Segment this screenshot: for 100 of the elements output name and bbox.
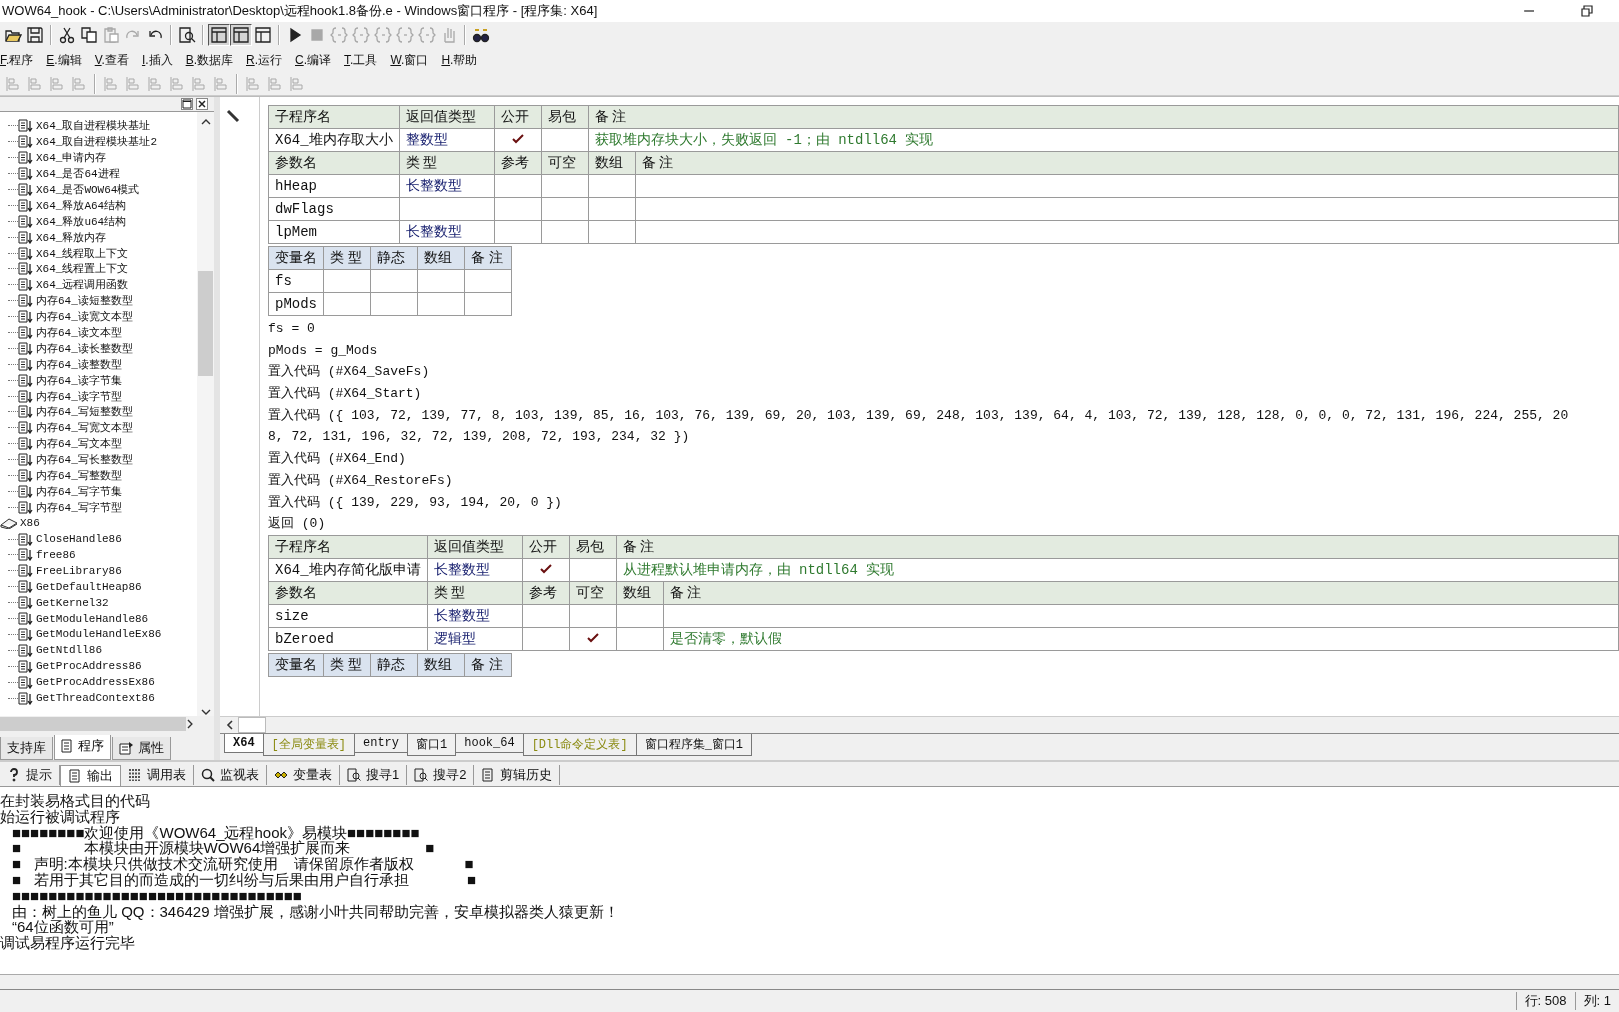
layout-icon[interactable] (232, 26, 250, 44)
menu-item[interactable]: I.插入 (141, 51, 173, 69)
scrollbar[interactable] (197, 112, 214, 716)
tree-item[interactable]: 内存64_写宽文本型 (36, 420, 133, 436)
output-tab[interactable]: 变量表 (267, 765, 340, 785)
scroll-thumb[interactable] (238, 717, 266, 733)
output-tab[interactable]: 输出 (60, 764, 121, 786)
tree-item[interactable]: X64_是否64进程 (36, 166, 120, 182)
tree-item[interactable]: GetNtdll86 (36, 644, 102, 657)
maximize-icon[interactable] (181, 98, 193, 110)
tree-item[interactable]: 内存64_写整数型 (36, 468, 122, 484)
tree-item[interactable]: GetModuleHandleEx86 (36, 628, 162, 641)
output-tab[interactable]: 调用表 (121, 765, 194, 785)
check-icon[interactable] (539, 563, 552, 574)
file-tab[interactable]: entry (354, 734, 409, 753)
tree-item[interactable]: X64_取自进程模块基址 (36, 118, 151, 134)
tree-item[interactable]: X64_线程置上下文 (36, 261, 129, 277)
tree-item[interactable]: X86 (20, 517, 40, 530)
scroll-left-icon[interactable] (226, 720, 234, 730)
tree-item[interactable]: X64_是否WOW64模式 (36, 182, 140, 197)
menu-item[interactable]: W.窗口 (390, 51, 429, 69)
tree-item[interactable]: 内存64_读文本型 (36, 325, 122, 340)
align-icon[interactable] (71, 75, 87, 92)
scissors-icon[interactable] (58, 26, 76, 44)
tree-item[interactable]: GetProcAddress86 (36, 660, 142, 673)
tree-item[interactable]: GetModuleHandle86 (36, 612, 149, 625)
tree-item[interactable]: 内存64_读短整数型 (36, 293, 133, 309)
align-icon[interactable] (267, 75, 283, 92)
scroll-up-icon[interactable] (200, 118, 211, 126)
tree-item[interactable]: X64_释放u64结构 (36, 213, 127, 229)
file-tab[interactable]: X64 (224, 734, 264, 753)
panel-tab[interactable]: 属性 (112, 737, 171, 760)
scroll-down-icon[interactable] (200, 708, 211, 716)
tree-item[interactable]: 内存64_读整数型 (36, 356, 122, 372)
scrollbar[interactable] (220, 716, 1619, 733)
tree-item[interactable]: 内存64_读字节集 (36, 372, 122, 388)
align-icon[interactable] (103, 75, 119, 92)
tree-item[interactable]: 内存64_读宽文本型 (36, 309, 133, 325)
tree-item[interactable]: 内存64_写字节集 (36, 483, 122, 499)
align-icon[interactable] (213, 75, 229, 92)
tree-item[interactable]: X64_释放A64结构 (36, 197, 127, 213)
file-tab[interactable]: 窗口1 (407, 734, 457, 756)
output-tab[interactable]: 搜寻1 (340, 765, 408, 785)
tree-item[interactable]: X64_释放内存 (36, 229, 107, 245)
tree-item[interactable]: CloseHandle86 (36, 533, 122, 546)
copy-icon[interactable] (80, 26, 98, 44)
tree-item[interactable]: 内存64_写文本型 (36, 436, 122, 452)
menu-item[interactable]: E.编辑 (46, 51, 82, 69)
tree-item[interactable]: X64_线程取上下文 (36, 245, 129, 261)
align-icon[interactable] (289, 75, 305, 92)
menu-item[interactable]: B.数据库 (185, 51, 233, 69)
file-tab[interactable]: hook_64 (455, 734, 524, 753)
binoculars-icon[interactable] (472, 26, 490, 44)
menu-item[interactable]: T.工具 (344, 51, 378, 69)
tree-item[interactable]: GetThreadContext86 (36, 692, 155, 704)
align-icon[interactable] (191, 75, 207, 92)
menu-item[interactable]: R.运行 (246, 51, 282, 69)
menu-item[interactable]: C.编译 (295, 51, 332, 69)
panel-tab[interactable]: 支持库 (0, 737, 53, 760)
align-icon[interactable] (27, 75, 43, 92)
file-tab[interactable]: 窗口程序集_窗口1 (635, 734, 753, 756)
menu-item[interactable]: H.帮助 (441, 51, 478, 69)
tree-item[interactable]: GetDefaultHeap86 (36, 580, 142, 593)
tree-item[interactable]: FreeLibrary86 (36, 564, 122, 577)
tree-item[interactable]: 内存64_写字节型 (36, 499, 122, 515)
output-tab[interactable]: 搜寻2 (407, 765, 475, 785)
tree-item[interactable]: free86 (36, 549, 76, 561)
check-icon[interactable] (586, 632, 599, 643)
layout-icon[interactable] (254, 26, 272, 44)
scroll-right-icon[interactable] (186, 719, 194, 729)
tree-item[interactable]: X64_取自进程模块基址2 (36, 134, 157, 150)
output-tab[interactable]: 监视表 (194, 765, 267, 785)
scroll-thumb[interactable] (198, 271, 213, 376)
menu-item[interactable]: F.程序 (0, 51, 34, 69)
tree-item[interactable]: 内存64_写短整数型 (36, 404, 133, 420)
scroll-thumb[interactable] (0, 717, 187, 731)
align-icon[interactable] (245, 75, 261, 92)
tree-item[interactable]: GetKernel32 (36, 596, 109, 609)
find-icon[interactable] (178, 26, 196, 44)
menu-item[interactable]: V.查看 (94, 51, 129, 69)
align-icon[interactable] (147, 75, 163, 92)
align-icon[interactable] (125, 75, 141, 92)
align-icon[interactable] (5, 75, 21, 92)
tree-item[interactable]: GetProcAddressEx86 (36, 676, 155, 689)
layout-icon[interactable] (210, 26, 228, 44)
align-icon[interactable] (169, 75, 185, 92)
check-icon[interactable] (511, 134, 524, 144)
output-tab[interactable]: 剪辑历史 (474, 765, 561, 785)
save-icon[interactable] (26, 26, 44, 44)
restore-icon[interactable] (1581, 5, 1593, 17)
align-icon[interactable] (49, 75, 65, 92)
tree-item[interactable]: 内存64_写长整数型 (36, 452, 133, 468)
close-icon[interactable] (196, 98, 208, 110)
tree-item[interactable]: X64_远程调用函数 (36, 277, 129, 293)
comment: 从进程默认堆申请内存，由 ntdll64 实现 (616, 558, 1619, 582)
panel-tab[interactable]: 程序 (54, 735, 111, 760)
tree-item[interactable]: 内存64_读字节型 (36, 388, 122, 404)
tree-item[interactable]: 内存64_读长整数型 (36, 340, 133, 356)
param-type: 长整数型 (405, 224, 462, 240)
tree-item[interactable]: X64_申请内存 (36, 150, 107, 166)
